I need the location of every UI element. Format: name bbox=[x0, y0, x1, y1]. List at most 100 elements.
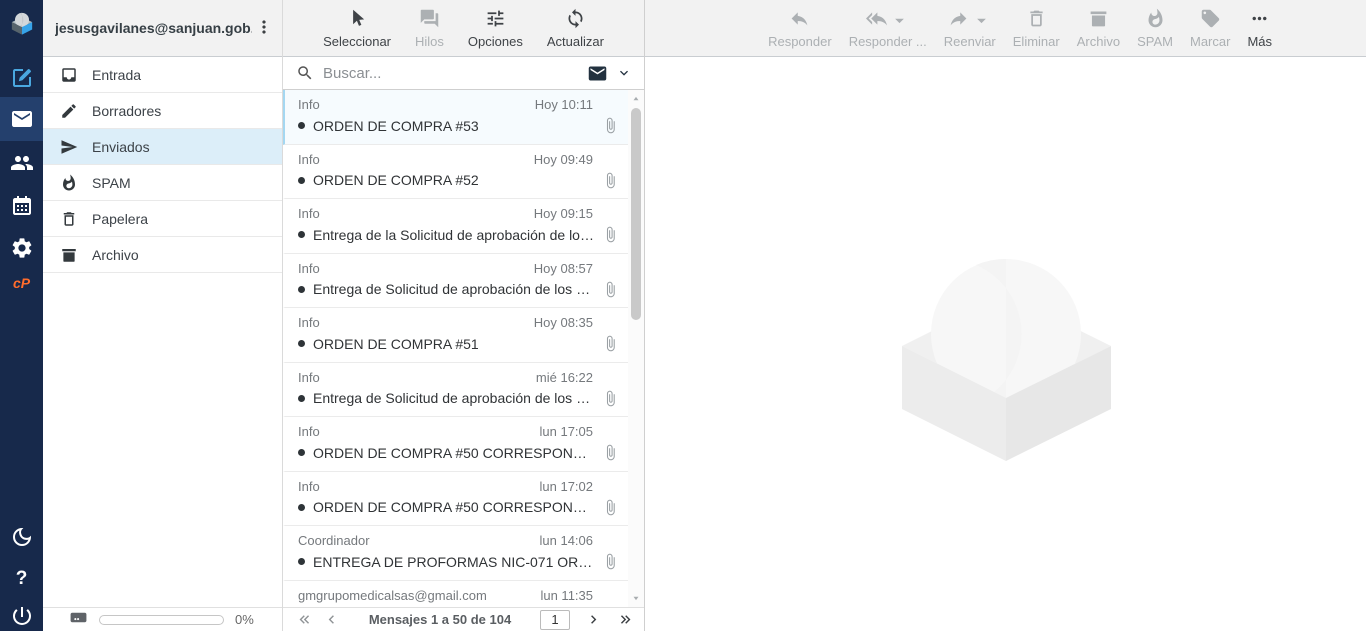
message-subject-line: ORDEN DE COMPRA #51 bbox=[298, 335, 628, 352]
more-button[interactable]: Más bbox=[1247, 8, 1272, 49]
message-toolbar: ResponderResponder ...ReenviarEliminarAr… bbox=[645, 0, 1366, 57]
rail-item-settings[interactable] bbox=[0, 232, 43, 264]
message-meta: Coordinadorlun 14:06 bbox=[298, 533, 628, 548]
rail-item-mail[interactable] bbox=[0, 97, 43, 141]
question-icon: ? bbox=[16, 568, 28, 590]
message-subject: ORDEN DE COMPRA #52 bbox=[313, 172, 596, 188]
rail-item-logout[interactable] bbox=[0, 600, 43, 631]
message-time: lun 14:06 bbox=[540, 533, 594, 548]
paper-plane-icon bbox=[60, 138, 78, 156]
scroll-up-icon[interactable] bbox=[628, 92, 644, 106]
message-sender: Info bbox=[298, 424, 532, 439]
message-time: Hoy 10:11 bbox=[535, 97, 593, 112]
paperclip-icon bbox=[602, 226, 619, 243]
message-sender: Info bbox=[298, 479, 532, 494]
cpanel-icon: cP bbox=[13, 275, 30, 291]
message-row[interactable]: Infomié 16:22 Entrega de Solicitud de apr… bbox=[283, 363, 628, 418]
next-page-icon bbox=[585, 611, 602, 628]
select-button[interactable]: Seleccionar bbox=[323, 8, 391, 49]
triangle-up-icon bbox=[631, 94, 641, 104]
next-page-button[interactable] bbox=[584, 611, 602, 629]
message-sender: Info bbox=[298, 261, 526, 276]
forward-iconrow bbox=[948, 8, 992, 29]
message-row[interactable]: gmgrupomedicalsas@gmail.comlun 11:35 bbox=[283, 581, 628, 608]
message-row[interactable]: Infolun 17:05ORDEN DE COMPRA #50 CORRESP… bbox=[283, 417, 628, 472]
delete-iconrow bbox=[1026, 8, 1047, 29]
archive-label: Archivo bbox=[1077, 34, 1120, 49]
folder-item-borradores[interactable]: Borradores bbox=[43, 93, 282, 129]
message-subject-line: ORDEN DE COMPRA #53 bbox=[298, 117, 628, 134]
message-row[interactable]: InfoHoy 09:49 ORDEN DE COMPRA #52 bbox=[283, 145, 628, 200]
trash-icon bbox=[1026, 8, 1047, 29]
folder-item-spam[interactable]: SPAM bbox=[43, 165, 282, 201]
search-input[interactable] bbox=[323, 65, 583, 82]
first-page-button[interactable] bbox=[295, 611, 313, 629]
rail-item-cpanel[interactable]: cP bbox=[0, 267, 43, 299]
folder-item-papelera[interactable]: Papelera bbox=[43, 201, 282, 237]
options-iconrow bbox=[485, 8, 506, 29]
unread-dot-icon bbox=[298, 395, 305, 402]
message-sender: Info bbox=[298, 152, 526, 167]
page-number-input[interactable] bbox=[540, 610, 570, 630]
reply-all-label: Responder ... bbox=[849, 34, 927, 49]
message-subject-line: Entrega de la Solicitud de aprobación de… bbox=[298, 226, 628, 243]
message-row[interactable]: InfoHoy 09:15 Entrega de la Solicitud de … bbox=[283, 199, 628, 254]
archive-button: Archivo bbox=[1077, 8, 1120, 49]
paperclip-icon bbox=[602, 117, 619, 134]
scroll-down-icon[interactable] bbox=[628, 591, 644, 605]
folder-item-enviados[interactable]: Enviados bbox=[43, 129, 282, 165]
refresh-button[interactable]: Actualizar bbox=[547, 8, 604, 49]
moon-icon bbox=[10, 525, 34, 549]
message-row[interactable]: InfoHoy 08:35ORDEN DE COMPRA #51 bbox=[283, 308, 628, 363]
threads-icon bbox=[419, 8, 440, 29]
paperclip-icon bbox=[602, 444, 619, 461]
unread-dot-icon bbox=[298, 504, 305, 511]
message-row[interactable]: InfoHoy 10:11ORDEN DE COMPRA #53 bbox=[283, 90, 628, 145]
chevron-down-icon[interactable] bbox=[616, 65, 632, 81]
folder-list: EntradaBorradoresEnviadosSPAM Papelera Arc… bbox=[43, 57, 282, 273]
paperclip-icon bbox=[602, 390, 619, 407]
spam-iconrow bbox=[1145, 8, 1166, 29]
power-icon bbox=[10, 604, 34, 628]
delete-button: Eliminar bbox=[1013, 8, 1060, 49]
message-row[interactable]: Coordinadorlun 14:06ENTREGA DE PROFORMAS… bbox=[283, 526, 628, 581]
mail-filter-icon[interactable] bbox=[587, 63, 608, 84]
triangle-down-icon bbox=[631, 593, 641, 603]
search-bar bbox=[283, 57, 644, 90]
rail-item-calendar[interactable] bbox=[0, 190, 43, 222]
message-subject-line: Entrega de Solicitud de aprobación de lo… bbox=[298, 390, 628, 407]
folder-label: Papelera bbox=[92, 211, 148, 227]
last-page-button[interactable] bbox=[616, 611, 634, 629]
refresh-icon bbox=[565, 8, 586, 29]
message-meta: InfoHoy 08:57 bbox=[298, 261, 628, 276]
account-menu-button[interactable] bbox=[254, 17, 276, 39]
rail-item-theme[interactable] bbox=[0, 521, 43, 553]
tag-button: Marcar bbox=[1190, 8, 1230, 49]
folder-item-entrada[interactable]: Entrada bbox=[43, 57, 282, 93]
message-row[interactable]: InfoHoy 08:57Entrega de Solicitud de apr… bbox=[283, 254, 628, 309]
message-list: Info Hoy 10:11 ORDEN DE COMPRA #53 InfoHoy … bbox=[283, 90, 628, 607]
message-subject: Entrega de la Solicitud de aprobación de… bbox=[313, 227, 596, 243]
options-button[interactable]: Opciones bbox=[468, 8, 523, 49]
message-meta: Infomié 16:22 bbox=[298, 370, 628, 385]
more-label: Más bbox=[1247, 34, 1272, 49]
rail-item-contacts[interactable] bbox=[0, 147, 43, 179]
tag-icon bbox=[1200, 8, 1221, 29]
contacts-icon bbox=[10, 151, 34, 175]
refresh-iconrow bbox=[565, 8, 586, 29]
compose-icon bbox=[10, 66, 34, 90]
message-meta: InfoHoy 09:15 bbox=[298, 206, 628, 221]
message-row[interactable]: Infolun 17:02ORDEN DE COMPRA #50 CORRESP… bbox=[283, 472, 628, 527]
select-label: Seleccionar bbox=[323, 34, 391, 49]
storage-icon bbox=[69, 608, 88, 631]
archive-iconrow bbox=[1088, 8, 1109, 29]
prev-page-button[interactable] bbox=[322, 611, 340, 629]
message-meta: InfoHoy 09:49 bbox=[298, 152, 628, 167]
spam-button: SPAM bbox=[1137, 8, 1173, 49]
rail-item-help[interactable]: ? bbox=[0, 563, 43, 595]
folder-item-archivo[interactable]: Archivo bbox=[43, 237, 282, 273]
list-scrollbar[interactable] bbox=[628, 90, 644, 607]
rail-item-compose[interactable] bbox=[0, 62, 43, 94]
scrollbar-thumb[interactable] bbox=[631, 108, 641, 320]
storage-icon bbox=[69, 608, 88, 627]
